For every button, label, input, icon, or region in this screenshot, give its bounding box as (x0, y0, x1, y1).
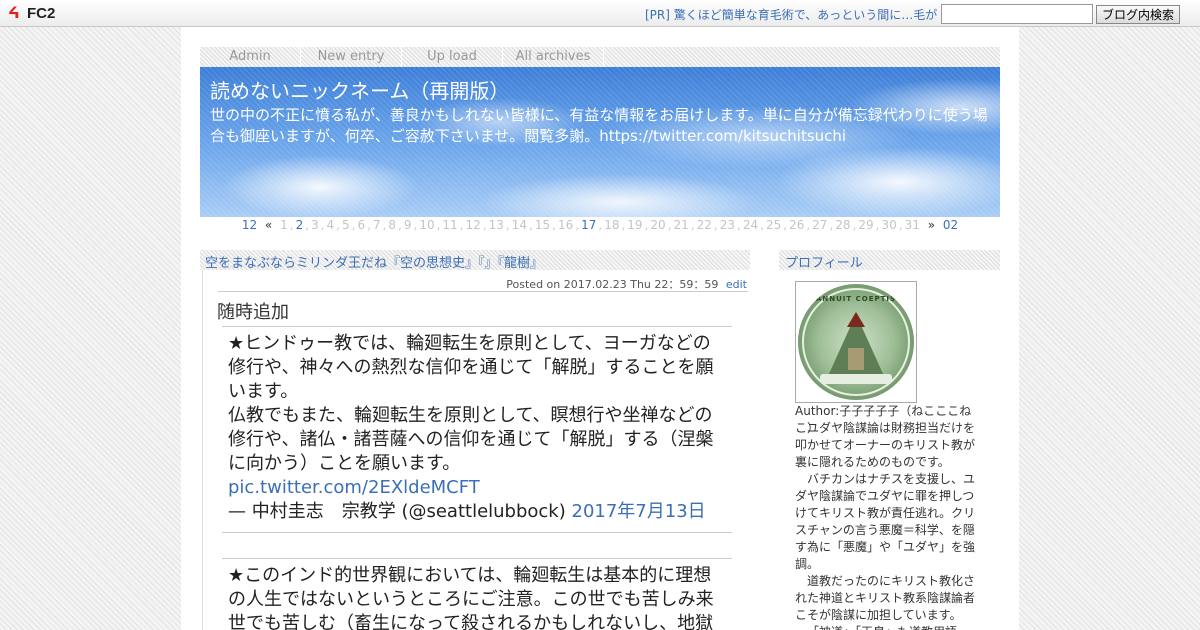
calendar-prev-arrow: « (264, 218, 273, 232)
menu-all-archives[interactable]: All archives (503, 47, 604, 67)
tweet-1-pic-link[interactable]: pic.twitter.com/2EXldeMCFT (228, 477, 480, 498)
tweet-1-paragraph: 仏教でもまた、輪廻転生を原則として、瞑想行や坐禅などの修行や、諸仏・諸菩薩への信… (228, 405, 714, 474)
fc2-logo[interactable]: ᔦ FC2 (8, 4, 55, 23)
fc2-fox-icon: ᔦ (8, 4, 20, 22)
tweet-1-text: ★ヒンドゥー教では、輪廻転生を原則として、ヨーガなどの修行や、神々への熱烈な信仰… (228, 332, 726, 476)
calendar-day-21: 21 (673, 218, 689, 232)
eye-of-providence-icon (847, 312, 865, 327)
divider (218, 291, 748, 292)
pr-ad-link[interactable]: [PR] 驚くほど簡単な育毛術で、あっという間に…毛が (645, 6, 937, 23)
calendar-day-28: 28 (835, 218, 851, 232)
calendar-day-13: 13 (488, 218, 504, 232)
blog-container: Admin New entry Up load All archives 読めな… (181, 27, 1019, 630)
calendar-next-arrow: » (927, 218, 936, 232)
calendar-day-17[interactable]: 17 (581, 218, 596, 232)
avatar: ANNUIT COEPTIS (795, 281, 917, 403)
calendar-day-31: 31 (904, 218, 920, 232)
calendar-day-7: 7 (372, 218, 381, 232)
calendar-prev-month[interactable]: 12 (242, 218, 257, 232)
profile-paragraph: ユダヤ陰謀論は財務担当だけを叩かせてオーナーのキリスト教が裏に隠れるためのもので… (795, 421, 976, 469)
calendar-day-10: 10 (419, 218, 435, 232)
calendar-day-8: 8 (388, 218, 397, 232)
fc2-logo-text: FC2 (27, 5, 56, 22)
entry-posted-info: Posted on 2017.02.23 Thu 22：59：59 edit (506, 276, 747, 292)
sidebar-profile-title-bar: プロフィール (779, 250, 1000, 271)
tweet-1-author: — 中村圭志 宗教学 (@seattlelubbock) (228, 501, 566, 522)
embedded-tweet-1: ★ヒンドゥー教では、輪廻転生を原則として、ヨーガなどの修行や、神々への熱烈な信仰… (222, 326, 732, 533)
tweet-1-date-link[interactable]: 2017年7月13日 (572, 501, 706, 522)
menu-new-entry[interactable]: New entry (301, 47, 402, 67)
menu-admin[interactable]: Admin (200, 47, 301, 67)
menu-upload[interactable]: Up load (402, 47, 503, 67)
calendar-day-27: 27 (812, 218, 828, 232)
great-seal-image: ANNUIT COEPTIS (798, 284, 914, 400)
calendar-next-month[interactable]: 02 (943, 218, 958, 232)
entry-edit-link[interactable]: edit (726, 278, 747, 291)
calendar-day-30: 30 (881, 218, 897, 232)
calendar-day-20: 20 (650, 218, 666, 232)
calendar-day-5: 5 (341, 218, 350, 232)
calendar-day-6: 6 (357, 218, 366, 232)
profile-paragraph: 「神道」「天皇」も道教用語 (795, 624, 979, 630)
profile-description: ユダヤ陰謀論は財務担当だけを叩かせてオーナーのキリスト教が裏に隠れるためのもので… (795, 420, 979, 630)
calendar-day-19: 19 (627, 218, 643, 232)
calendar-day-23: 23 (719, 218, 736, 232)
calendar-day-29: 29 (858, 218, 874, 232)
entry-posted-date: Posted on 2017.02.23 Thu 22：59：59 (506, 278, 719, 291)
blog-search-input[interactable] (941, 4, 1093, 24)
calendar-day-11: 11 (442, 218, 458, 232)
seal-motto: ANNUIT COEPTIS (815, 295, 897, 303)
calendar-day-22: 22 (696, 218, 712, 232)
blog-header: 読めないニックネーム（再開版） 世の中の不正に憤る私が、善良かもしれない皆様に、… (200, 67, 1000, 217)
calendar-day-3: 3 (311, 218, 319, 232)
calendar-days: 1, 2, 3, 4, 5, 6, 7, 8, 9, 10, 11, 12, 13, 14, 15, 16, 1… (280, 218, 920, 232)
blog-description: 世の中の不正に憤る私が、善良かもしれない皆様に、有益な情報をお届けします。単に自… (210, 106, 988, 145)
calendar-day-15: 15 (534, 218, 551, 232)
calendar-day-16: 16 (557, 218, 574, 232)
blog-search-button[interactable]: ブログ内検索 (1096, 5, 1180, 24)
profile-paragraph: 道教だったのにキリスト教化された神道とキリスト教系陰謀論者こそが陰謀に加担してい… (795, 574, 976, 622)
calendar-day-4: 4 (326, 218, 335, 232)
calendar-day-12: 12 (465, 218, 481, 232)
calendar-bar: 12 « 1, 2, 3, 4, 5, 6, 7, 8, 9, 10, 11, 12, 13, 14, 15… (200, 217, 1000, 233)
profile-paragraph: バチカンはナチスを支援し、ユダヤ陰謀論でユダヤに罪を押しつけてキリスト教が責任逃… (795, 472, 976, 571)
entry-body: Posted on 2017.02.23 Thu 22：59：59 edit 随… (202, 270, 748, 630)
admin-menu: Admin New entry Up load All archives (200, 47, 1000, 67)
embedded-tweet-2: ★このインド的世界観においては、輪廻転生は基本的に理想の人生ではないというところ… (222, 558, 732, 630)
calendar-day-24: 24 (742, 218, 759, 232)
entry-title-bar: 空をまなぶならミリンダ王だね『空の思想史』『』『龍樹』 (200, 250, 750, 271)
entry-addendum-heading: 随時追加 (217, 302, 289, 323)
tweet-1-paragraph: ★ヒンドゥー教では、輪廻転生を原則として、ヨーガなどの修行や、神々への熱烈な信仰… (228, 333, 714, 402)
calendar-day-2[interactable]: 2 (296, 218, 304, 232)
calendar-day-18: 18 (604, 218, 620, 232)
sidebar-profile-title: プロフィール (785, 256, 863, 271)
calendar-day-25: 25 (765, 218, 782, 232)
calendar-day-1: 1 (280, 218, 288, 232)
entry-title[interactable]: 空をまなぶならミリンダ王だね『空の思想史』『』『龍樹』 (205, 252, 543, 271)
tweet-2-text: ★このインド的世界観においては、輪廻転生は基本的に理想の人生ではないというところ… (228, 565, 714, 630)
calendar-day-26: 26 (789, 218, 805, 232)
fc2-top-bar: ᔦ FC2 [PR] 驚くほど簡単な育毛術で、あっという間に…毛が ブログ内検索 (0, 0, 1200, 27)
calendar-day-9: 9 (403, 218, 412, 232)
calendar-day-14: 14 (511, 218, 528, 232)
blog-title[interactable]: 読めないニックネーム（再開版） (210, 75, 509, 104)
